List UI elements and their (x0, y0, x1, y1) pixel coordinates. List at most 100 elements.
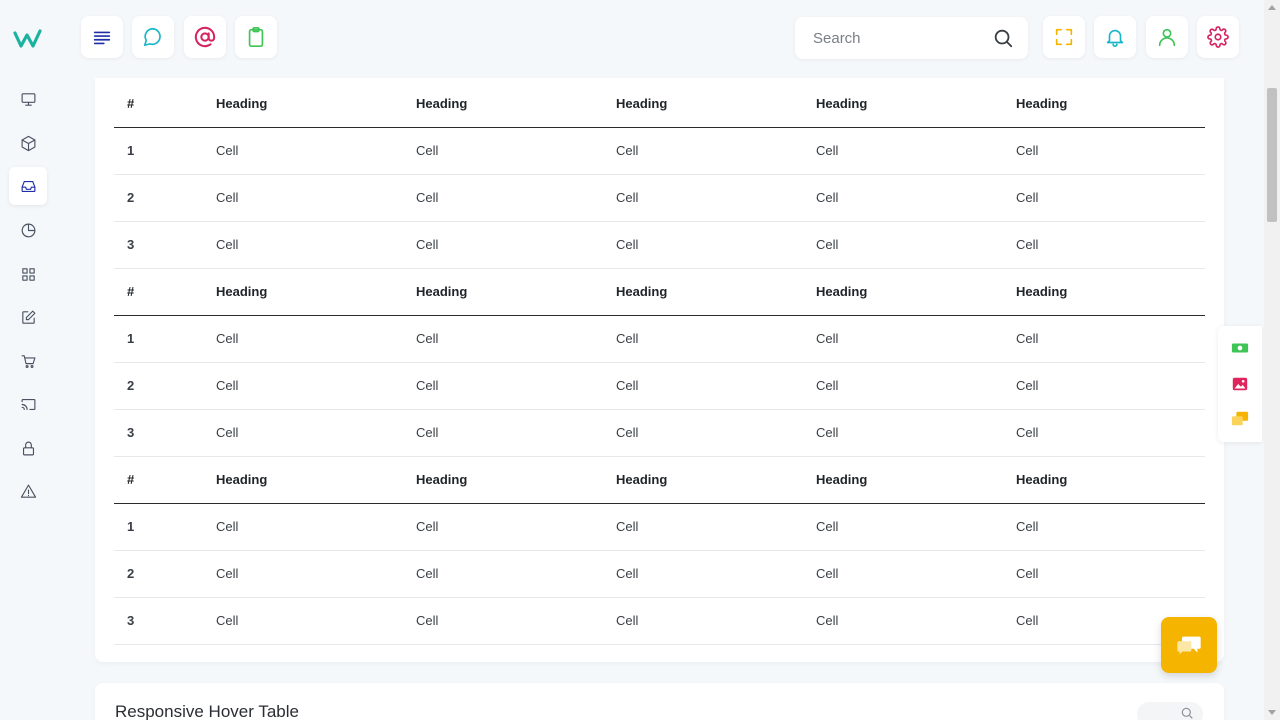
column-header: Heading (216, 456, 416, 504)
table-cell: Cell (616, 221, 816, 269)
brand-logo[interactable] (12, 24, 44, 54)
table-cell: Cell (1016, 409, 1205, 457)
table-cell: Cell (616, 503, 816, 551)
monitor-icon (21, 92, 35, 106)
table-cell: Cell (216, 597, 416, 645)
table-cell: Cell (1016, 550, 1205, 598)
table-cell: Cell (416, 409, 616, 457)
table-cell: Cell (1016, 174, 1205, 222)
sidebar-item-alert[interactable] (9, 472, 47, 510)
mention-button[interactable] (184, 16, 226, 58)
image-button[interactable] (1230, 374, 1250, 394)
lock-icon (22, 441, 34, 455)
column-header: Heading (616, 268, 816, 316)
table-search-toggle[interactable] (1137, 702, 1203, 720)
column-header-index: # (114, 80, 216, 128)
column-header: Heading (1016, 456, 1205, 504)
sidebar-item-inbox[interactable] (9, 167, 47, 205)
table-cell: Cell (416, 315, 616, 363)
search-icon[interactable] (992, 27, 1014, 49)
topbar (56, 0, 1264, 78)
sidebar-item-edit[interactable] (9, 298, 47, 336)
table-cell: Cell (816, 409, 1016, 457)
edit-icon (21, 310, 35, 324)
table-card: # Heading Heading Heading Heading Heading 1 Cel… (95, 78, 1224, 662)
chat-bubbles-icon (1177, 636, 1201, 655)
money-button[interactable] (1230, 338, 1250, 358)
cast-icon (21, 398, 35, 410)
sidebar-item-cart[interactable] (9, 342, 47, 380)
messages-button[interactable] (1230, 409, 1250, 429)
table-row: 3 Cell Cell Cell Cell Cell (114, 597, 1205, 645)
sidebar-item-box[interactable] (9, 124, 47, 162)
notifications-button[interactable] (1094, 16, 1136, 58)
search-box (795, 17, 1028, 59)
alert-icon (20, 484, 36, 498)
table-cell: Cell (416, 221, 616, 269)
clipboard-button[interactable] (235, 16, 277, 58)
sidebar-item-monitor[interactable] (9, 80, 47, 118)
table-cell: Cell (216, 127, 416, 175)
column-header: Heading (416, 80, 616, 128)
table-cell: Cell (616, 174, 816, 222)
floating-toolbar (1218, 326, 1262, 442)
row-number: 3 (114, 409, 216, 457)
menu-icon (93, 31, 111, 45)
table-cell: Cell (216, 315, 416, 363)
table-cell: Cell (816, 597, 1016, 645)
table-cell: Cell (616, 550, 816, 598)
table-cell: Cell (816, 503, 1016, 551)
sidebar-item-charts[interactable] (9, 211, 47, 249)
table-row: 1 Cell Cell Cell Cell Cell (114, 127, 1205, 175)
settings-button[interactable] (1197, 16, 1239, 58)
fullscreen-button[interactable] (1043, 16, 1085, 58)
table-row: 2 Cell Cell Cell Cell Cell (114, 362, 1205, 410)
live-chat-button[interactable] (1161, 617, 1217, 673)
table-row: 1 Cell Cell Cell Cell Cell (114, 315, 1205, 363)
table-row: 2 Cell Cell Cell Cell Cell (114, 550, 1205, 598)
messages-icon (1231, 411, 1249, 426)
row-number: 2 (114, 174, 216, 222)
table-cell: Cell (216, 362, 416, 410)
search-input[interactable] (813, 28, 983, 48)
sidebar-item-cast[interactable] (9, 385, 47, 423)
table-cell: Cell (616, 127, 816, 175)
data-table: # Heading Heading Heading Heading Heading 1 Cel… (114, 80, 1205, 645)
page-scrollbar[interactable] (1264, 0, 1280, 720)
table-cell: Cell (216, 409, 416, 457)
table-cell: Cell (816, 127, 1016, 175)
column-header-index: # (114, 456, 216, 504)
scroll-down-arrow-icon[interactable] (1268, 710, 1276, 715)
sidebar-item-grid[interactable] (9, 255, 47, 293)
chat-button[interactable] (132, 16, 174, 58)
table-cell: Cell (816, 315, 1016, 363)
table-cell: Cell (1016, 315, 1205, 363)
table-cell: Cell (216, 221, 416, 269)
scrollbar-thumb[interactable] (1267, 88, 1277, 222)
menu-button[interactable] (81, 16, 123, 58)
table-cell: Cell (816, 362, 1016, 410)
table-header-row: # Heading Heading Heading Heading Heading (114, 268, 1205, 316)
sidebar-item-lock[interactable] (9, 429, 47, 467)
table-cell: Cell (616, 315, 816, 363)
profile-button[interactable] (1146, 16, 1188, 58)
chat-bubble-icon (143, 27, 161, 47)
box-icon (21, 135, 35, 151)
clipboard-icon (248, 27, 264, 47)
row-number: 2 (114, 550, 216, 598)
table-row: 3 Cell Cell Cell Cell Cell (114, 409, 1205, 457)
table-cell: Cell (416, 503, 616, 551)
table-header-row: # Heading Heading Heading Heading Heading (114, 456, 1205, 504)
column-header: Heading (816, 80, 1016, 128)
column-header: Heading (816, 456, 1016, 504)
image-icon (1232, 377, 1248, 391)
table-cell: Cell (1016, 362, 1205, 410)
table-row: 2 Cell Cell Cell Cell Cell (114, 174, 1205, 222)
bell-icon (1106, 29, 1124, 47)
table-cell: Cell (216, 503, 416, 551)
scroll-up-arrow-icon[interactable] (1268, 5, 1276, 10)
table-header-row: # Heading Heading Heading Heading Heading (114, 80, 1205, 128)
hover-table-card: Responsive Hover Table (95, 683, 1224, 720)
user-icon (1158, 28, 1176, 47)
column-header: Heading (1016, 80, 1205, 128)
